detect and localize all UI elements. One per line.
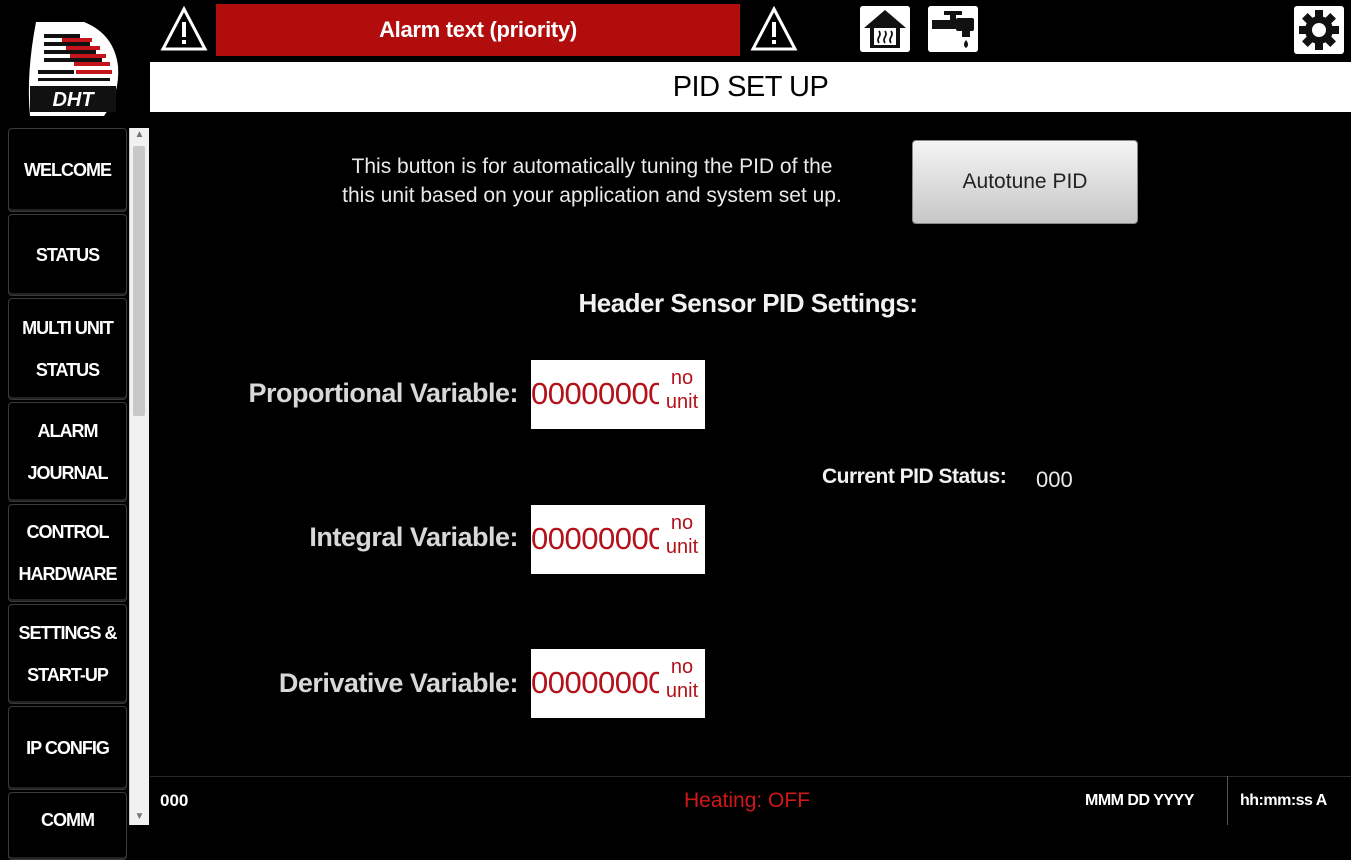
sidebar-item-control-hardware[interactable]: CONTROL HARDWARE: [8, 504, 127, 602]
sidebar-item-welcome[interactable]: WELCOME: [8, 128, 127, 212]
footer-value: 000: [160, 791, 189, 810]
alarm-banner[interactable]: Alarm text (priority): [216, 4, 740, 56]
sidebar-item-label: ALARM: [37, 421, 99, 441]
proportional-label: Proportional Variable:: [248, 378, 518, 408]
sidebar-item-label: STATUS: [35, 360, 100, 380]
scroll-thumb[interactable]: [133, 146, 145, 416]
sidebar-scrollbar[interactable]: ▲ ▼: [129, 128, 149, 825]
integral-unit: no unit: [665, 512, 699, 558]
proportional-unit: no unit: [665, 367, 699, 413]
sidebar-item-status[interactable]: STATUS: [8, 214, 127, 296]
derivative-unit: no unit: [665, 656, 699, 702]
footer-time: hh:mm:ss A: [1240, 792, 1327, 809]
pid-status-label: Current PID Status:: [822, 465, 1007, 488]
sidebar-item-label: HARDWARE: [18, 564, 118, 584]
dht-logo[interactable]: DHT: [22, 14, 126, 120]
page-title: PID SET UP: [672, 70, 829, 103]
derivative-input[interactable]: 00000000 no unit: [531, 649, 705, 718]
scroll-up-arrow-icon[interactable]: ▲: [130, 128, 149, 142]
page-title-bar: PID SET UP: [150, 62, 1351, 112]
sidebar-item-label: SETTINGS &: [18, 623, 117, 643]
sidebar-item-label: WELCOME: [24, 160, 112, 180]
sidebar-item-label: STATUS: [35, 245, 100, 265]
home-heat-icon[interactable]: [860, 6, 910, 52]
integral-value[interactable]: 00000000: [531, 521, 659, 557]
settings-gear-icon[interactable]: [1294, 6, 1344, 54]
sidebar-item-label: MULTI UNIT: [22, 318, 114, 338]
sidebar-item-label: START-UP: [27, 665, 109, 685]
alarm-text: Alarm text (priority): [379, 17, 577, 42]
scroll-down-arrow-icon[interactable]: ▼: [130, 810, 149, 824]
warning-icon[interactable]: [160, 6, 208, 52]
proportional-value[interactable]: 00000000: [531, 376, 659, 412]
proportional-input[interactable]: 00000000 no unit: [531, 360, 705, 429]
pid-status-value: 000: [1036, 467, 1073, 492]
sidebar-item-label: CONTROL: [26, 522, 110, 542]
integral-input[interactable]: 00000000 no unit: [531, 505, 705, 574]
footer-date: MMM DD YYYY: [1085, 792, 1194, 809]
integral-label: Integral Variable:: [309, 522, 518, 552]
sidebar-item-alarm-journal[interactable]: ALARM JOURNAL: [8, 402, 127, 502]
sidebar-item-label: JOURNAL: [27, 463, 108, 483]
sidebar-item-comm[interactable]: COMM: [8, 792, 127, 860]
warning-icon[interactable]: [750, 6, 798, 52]
sidebar-item-label: IP CONFIG: [26, 738, 110, 758]
logo-text: DHT: [52, 89, 95, 111]
autotune-description: This button is for automatically tuning …: [342, 155, 842, 207]
autotune-pid-button[interactable]: Autotune PID: [912, 140, 1138, 224]
sidebar-item-ip-config[interactable]: IP CONFIG: [8, 706, 127, 790]
sidebar-item-label: COMM: [41, 810, 95, 830]
sidebar-item-multi-unit-status[interactable]: MULTI UNIT STATUS: [8, 298, 127, 400]
faucet-icon[interactable]: [928, 6, 978, 52]
derivative-value[interactable]: 00000000: [531, 665, 659, 701]
derivative-label: Derivative Variable:: [278, 668, 519, 698]
heating-status: Heating: OFF: [684, 789, 811, 812]
section-heading: Header Sensor PID Settings:: [578, 288, 918, 318]
footer-divider: [1227, 776, 1228, 825]
sidebar-item-settings-start-up[interactable]: SETTINGS & START-UP: [8, 604, 127, 704]
